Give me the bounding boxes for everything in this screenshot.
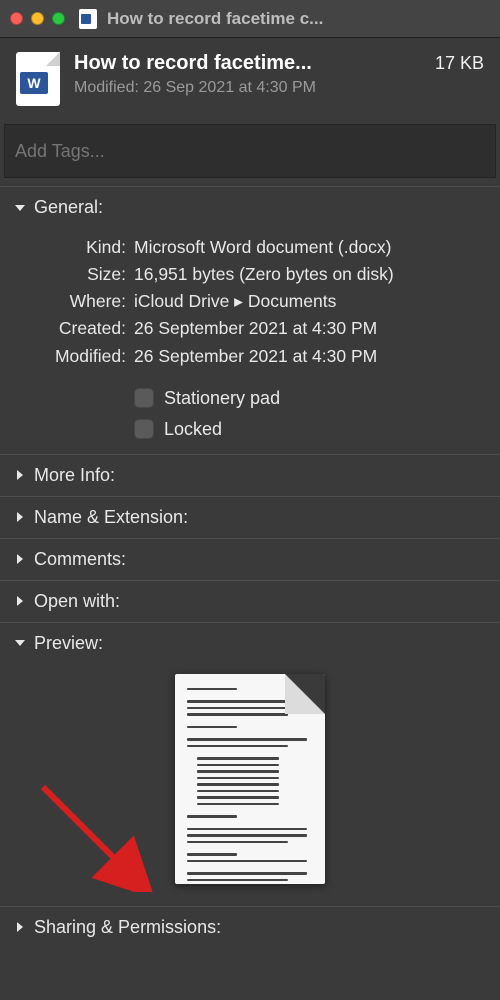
chevron-right-icon — [12, 509, 28, 525]
section-more-info: More Info: — [0, 454, 500, 496]
chevron-right-icon — [12, 551, 28, 567]
traffic-lights — [10, 12, 65, 25]
section-general-header[interactable]: General: — [0, 187, 500, 228]
locked-row: Locked — [134, 419, 484, 440]
window-title: How to record facetime c... — [107, 9, 490, 29]
section-name-extension: Name & Extension: — [0, 496, 500, 538]
section-name-extension-header[interactable]: Name & Extension: — [0, 497, 500, 538]
file-size: 17 KB — [435, 53, 484, 74]
document-preview-thumbnail[interactable] — [175, 674, 325, 884]
word-document-icon — [79, 9, 97, 29]
section-comments: Comments: — [0, 538, 500, 580]
section-preview-header[interactable]: Preview: — [0, 623, 500, 664]
annotation-arrow-icon — [38, 772, 158, 892]
section-more-info-label: More Info: — [34, 465, 115, 486]
tags-input[interactable] — [4, 124, 496, 178]
section-general-label: General: — [34, 197, 103, 218]
section-preview-label: Preview: — [34, 633, 103, 654]
section-sharing-permissions: Sharing & Permissions: — [0, 906, 500, 948]
modified-summary: Modified: 26 Sep 2021 at 4:30 PM — [74, 79, 484, 97]
chevron-down-icon — [12, 635, 28, 651]
section-open-with: Open with: — [0, 580, 500, 622]
section-sharing-header[interactable]: Sharing & Permissions: — [0, 907, 500, 948]
kv-key-size: Size: — [16, 261, 126, 288]
stationery-pad-checkbox[interactable] — [134, 388, 154, 408]
zoom-window-button[interactable] — [52, 12, 65, 25]
locked-label: Locked — [164, 419, 222, 440]
section-general: General: Kind: Microsoft Word document (… — [0, 186, 500, 454]
titlebar: How to record facetime c... — [0, 0, 500, 38]
file-name: How to record facetime... — [74, 52, 312, 75]
chevron-down-icon — [12, 200, 28, 216]
stationery-pad-row: Stationery pad — [134, 388, 484, 409]
preview-area — [16, 670, 484, 892]
minimize-window-button[interactable] — [31, 12, 44, 25]
word-badge-icon: W — [20, 72, 48, 94]
file-icon: W — [16, 52, 60, 106]
section-open-with-label: Open with: — [34, 591, 120, 612]
chevron-right-icon — [12, 467, 28, 483]
section-preview: Preview: — [0, 622, 500, 906]
section-more-info-header[interactable]: More Info: — [0, 455, 500, 496]
kv-val-size: 16,951 bytes (Zero bytes on disk) — [134, 261, 484, 288]
kv-key-modified: Modified: — [16, 343, 126, 370]
section-sharing-label: Sharing & Permissions: — [34, 917, 221, 938]
kv-val-kind: Microsoft Word document (.docx) — [134, 234, 484, 261]
chevron-right-icon — [12, 593, 28, 609]
kv-key-where: Where: — [16, 288, 126, 315]
chevron-right-icon — [12, 919, 28, 935]
stationery-pad-label: Stationery pad — [164, 388, 280, 409]
section-comments-header[interactable]: Comments: — [0, 539, 500, 580]
kv-key-created: Created: — [16, 315, 126, 342]
file-header: W How to record facetime... 17 KB Modifi… — [0, 38, 500, 116]
close-window-button[interactable] — [10, 12, 23, 25]
section-name-extension-label: Name & Extension: — [34, 507, 188, 528]
kv-val-where: iCloud Drive ▸ Documents — [134, 288, 484, 315]
kv-key-kind: Kind: — [16, 234, 126, 261]
section-comments-label: Comments: — [34, 549, 126, 570]
locked-checkbox[interactable] — [134, 419, 154, 439]
kv-val-created: 26 September 2021 at 4:30 PM — [134, 315, 484, 342]
general-kv-list: Kind: Microsoft Word document (.docx) Si… — [16, 234, 484, 370]
section-open-with-header[interactable]: Open with: — [0, 581, 500, 622]
kv-val-modified: 26 September 2021 at 4:30 PM — [134, 343, 484, 370]
